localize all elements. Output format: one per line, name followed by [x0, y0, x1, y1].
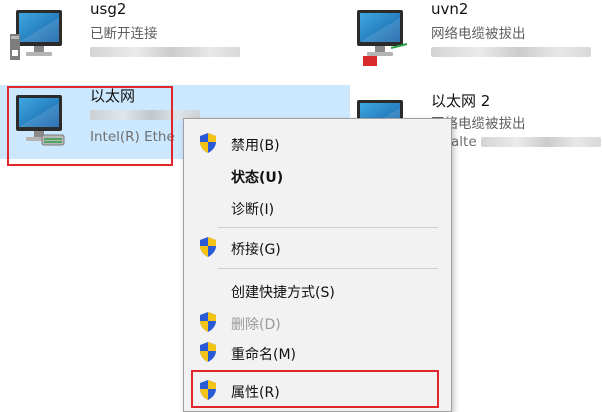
adapter-device-blurred — [90, 44, 240, 60]
context-menu: 禁用(B) 状态(U) 诊断(I) 桥接(G) 创建快捷方式(S) 删除(D) … — [183, 118, 452, 412]
adapter-name: usg2 — [90, 0, 127, 18]
menu-item-label: 重命名(M) — [231, 347, 297, 363]
menu-item-label: 删除(D) — [231, 317, 281, 333]
adapter-device-blurred — [431, 44, 591, 60]
network-adapter-icon — [10, 4, 70, 66]
adapter-status: 网络电缆被拔出 — [431, 26, 526, 42]
menu-item-label: 桥接(G) — [231, 242, 281, 258]
uac-shield-icon — [200, 312, 216, 332]
menu-item-delete: 删除(D) — [185, 307, 450, 337]
adapter-uvn2[interactable]: uvn2 网络电缆被拔出 — [341, 0, 601, 74]
network-adapter-icon — [351, 4, 411, 66]
menu-separator — [218, 268, 438, 269]
adapter-status: 已断开连接 — [90, 26, 158, 42]
highlight-box-properties — [191, 370, 439, 408]
menu-item-create-shortcut[interactable]: 创建快捷方式(S) — [185, 275, 450, 305]
menu-item-disable[interactable]: 禁用(B) — [185, 128, 450, 158]
menu-item-bridge[interactable]: 桥接(G) — [185, 232, 450, 262]
adapter-name: 以太网 2 — [431, 92, 491, 110]
menu-item-status[interactable]: 状态(U) — [185, 160, 450, 190]
menu-item-label: 状态(U) — [231, 170, 284, 186]
highlight-box-adapter — [7, 86, 173, 166]
uac-shield-icon — [200, 342, 216, 362]
adapter-usg2[interactable]: usg2 已断开连接 — [0, 0, 300, 74]
adapter-device: alte — [451, 134, 601, 150]
menu-item-rename[interactable]: 重命名(M) — [185, 337, 450, 367]
menu-item-label: 禁用(B) — [231, 138, 280, 154]
uac-shield-icon — [200, 237, 216, 257]
menu-separator — [218, 227, 438, 228]
adapter-name: uvn2 — [431, 0, 469, 18]
menu-item-diagnose[interactable]: 诊断(I) — [185, 192, 450, 222]
menu-item-label: 诊断(I) — [231, 202, 275, 218]
uac-shield-icon — [200, 133, 216, 153]
menu-item-label: 创建快捷方式(S) — [231, 285, 335, 301]
